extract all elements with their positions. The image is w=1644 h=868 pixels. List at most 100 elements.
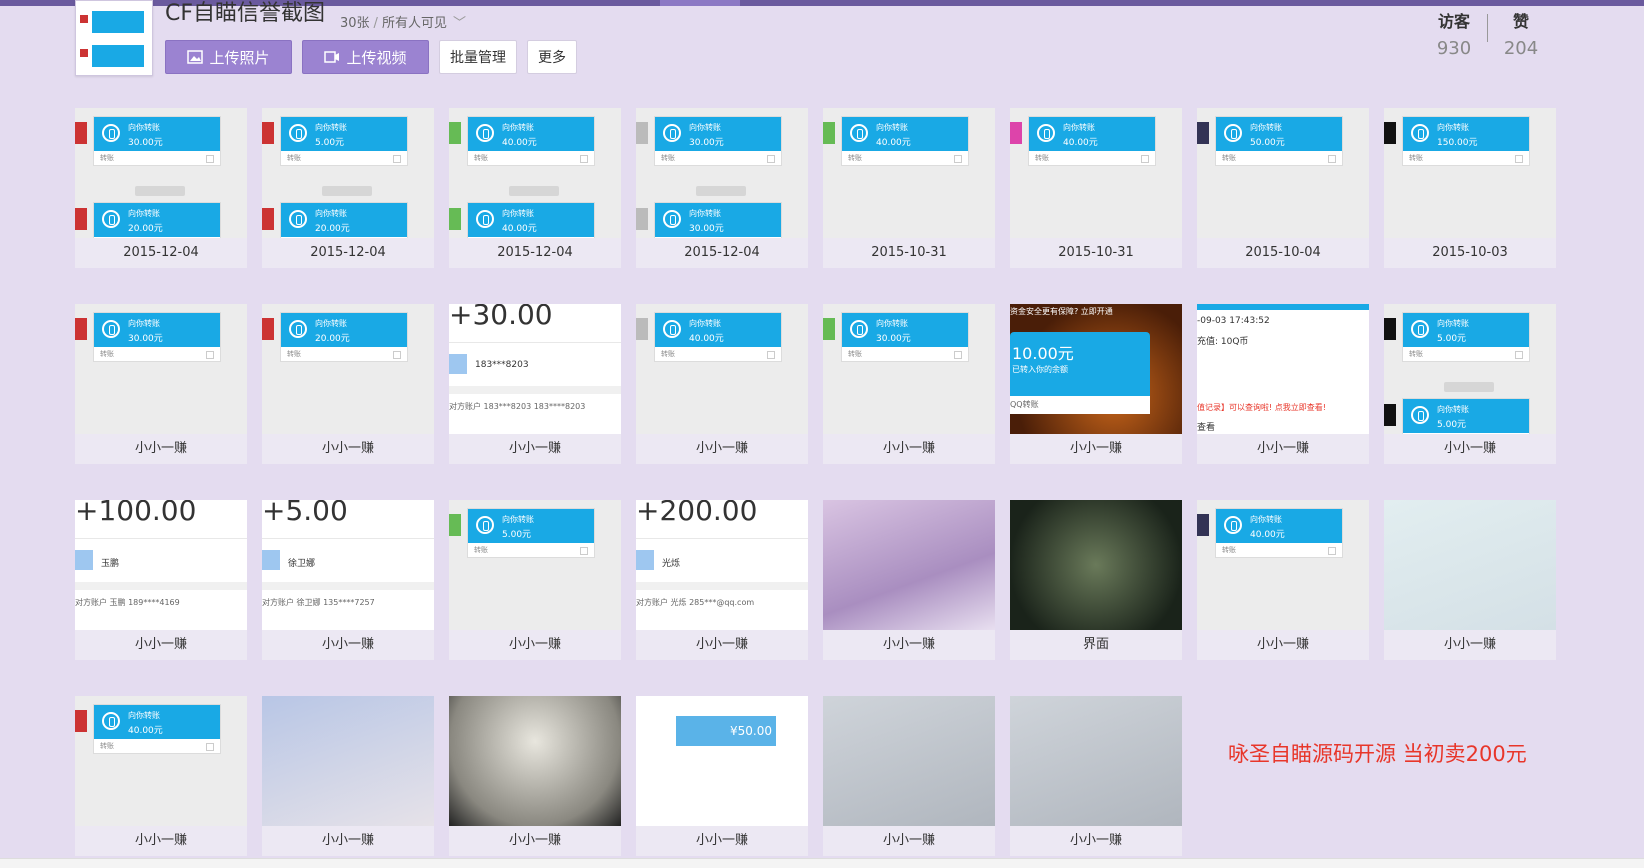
likes-stat[interactable]: 赞 204 <box>1488 8 1554 59</box>
photo-thumbnail[interactable]: +5.00 徐卫娜 对方账户 徐卫娜 135****7257 <box>262 500 434 630</box>
photo-tile[interactable]: 小小一赚 <box>823 500 995 660</box>
photo-thumbnail[interactable]: 资金安全更有保障? 立即开通 10.00元 已转入你的余额 QQ转账 <box>1010 304 1182 434</box>
transfer-card-note: 转账 <box>1403 151 1529 165</box>
album-cover-image[interactable] <box>75 0 153 76</box>
photo-tile[interactable]: +200.00 光烁 对方账户 光烁 285***@qq.com 小小一赚 <box>636 500 808 660</box>
photo-thumbnail[interactable]: 向你转账30.00元转账向你转账30.00元转账 <box>636 108 808 238</box>
photo-thumbnail[interactable]: 向你转账5.00元转账向你转账5.00元转账 <box>1384 304 1556 434</box>
photo-tile[interactable]: 小小一赚 <box>1384 500 1556 660</box>
photo-thumbnail[interactable]: 向你转账 150.00元 转账 <box>1384 108 1556 238</box>
visitors-label: 访客 <box>1437 12 1470 31</box>
coin-icon <box>1411 406 1429 424</box>
photo-tile[interactable]: +5.00 徐卫娜 对方账户 徐卫娜 135****7257 小小一赚 <box>262 500 434 660</box>
photo-tile[interactable]: 向你转账 30.00元 转账 小小一赚 <box>823 304 995 464</box>
photo-tile[interactable]: 小小一赚 <box>1010 696 1182 856</box>
upload-video-button[interactable]: 上传视频 <box>302 40 429 74</box>
album-title: CF自瞄信誉截图 <box>165 1 326 26</box>
photo-tile[interactable]: 小小一赚 <box>262 696 434 856</box>
photo-thumbnail[interactable]: 向你转账 40.00元 转账 <box>75 696 247 826</box>
transfer-card-header: 向你转账 5.00元 <box>468 509 594 543</box>
photo-thumbnail[interactable]: +100.00 玉鹏 对方账户 玉鹏 189****4169 <box>75 500 247 630</box>
photo-tile[interactable]: 向你转账 40.00元 转账 小小一赚 <box>1197 500 1369 660</box>
photo-tile[interactable]: 向你转账40.00元转账向你转账40.00元转账2015-12-04 <box>449 108 621 268</box>
transfer-card-header: 向你转账 5.00元 <box>1403 313 1529 347</box>
photo-tile[interactable]: +30.00 183***8203 对方账户 183***8203 183****8… <box>449 304 621 464</box>
photo-tile[interactable]: 向你转账 40.00元 转账 小小一赚 <box>75 696 247 856</box>
transfer-card-title: 向你转账 <box>502 123 534 132</box>
photo-thumbnail[interactable]: 向你转账 30.00元 转账 <box>823 304 995 434</box>
transfer-card-header: 向你转账 5.00元 <box>1403 399 1529 433</box>
photo-tile[interactable]: 向你转账 30.00元 转账 小小一赚 <box>75 304 247 464</box>
divider <box>449 386 621 394</box>
photo-tile[interactable]: 界面 <box>1010 500 1182 660</box>
date-pill <box>1444 382 1494 392</box>
photo-tile[interactable]: 向你转账5.00元转账向你转账5.00元转账小小一赚 <box>1384 304 1556 464</box>
photo-tile[interactable]: 向你转账 5.00元 转账 小小一赚 <box>449 500 621 660</box>
photo-tile[interactable]: 向你转账5.00元转账向你转账20.00元转账2015-12-04 <box>262 108 434 268</box>
photo-tile[interactable]: 向你转账 150.00元 转账 2015-10-03 <box>1384 108 1556 268</box>
payer-account: 对方账户 183***8203 183****8203 <box>449 402 586 411</box>
visitors-stat[interactable]: 访客 930 <box>1421 8 1487 59</box>
photo-tile[interactable]: 向你转账 40.00元 转账 2015-10-31 <box>823 108 995 268</box>
photo-tile[interactable]: ¥50.00 小小一赚 <box>636 696 808 856</box>
photo-thumbnail[interactable]: -09-03 17:43:52 充值: 10Q币 值记录】可以查询啦! 点我立即查看… <box>1197 304 1369 434</box>
photo-thumbnail[interactable]: 向你转账 40.00元 转账 <box>823 108 995 238</box>
photo-thumbnail[interactable]: 向你转账 40.00元 转账 <box>1010 108 1182 238</box>
transfer-card-note: 转账 <box>1029 151 1155 165</box>
photo-thumbnail[interactable]: +200.00 光烁 对方账户 光烁 285***@qq.com <box>636 500 808 630</box>
sender-avatar <box>636 122 648 144</box>
payment-amount: +5.00 <box>262 500 348 527</box>
visibility-selector[interactable]: 所有人可见 <box>382 16 447 31</box>
photo-tile[interactable]: +100.00 玉鹏 对方账户 玉鹏 189****4169 小小一赚 <box>75 500 247 660</box>
transfer-card-note: 转账 <box>468 543 594 557</box>
transfer-card-title: 向你转账 <box>128 711 160 720</box>
photo-caption: 小小一赚 <box>823 826 995 856</box>
transfer-card-note: 转账 <box>842 151 968 165</box>
photo-thumbnail[interactable] <box>449 696 621 826</box>
photo-thumbnail[interactable]: 向你转账 20.00元 转账 <box>262 304 434 434</box>
more-button[interactable]: 更多 <box>527 40 577 74</box>
transfer-card-header: 向你转账 30.00元 <box>94 313 220 347</box>
photo-thumbnail[interactable]: 向你转账 30.00元转账向你转账 20.00元 转账 <box>75 108 247 238</box>
photo-thumbnail[interactable]: 向你转账 40.00元 转账 <box>1197 500 1369 630</box>
photo-thumbnail[interactable]: ¥50.00 <box>636 696 808 826</box>
photo-thumbnail[interactable]: +30.00 183***8203 对方账户 183***8203 183****8… <box>449 304 621 434</box>
transfer-card-title: 向你转账 <box>315 319 347 328</box>
photo-thumbnail[interactable] <box>823 500 995 630</box>
photo-tile[interactable]: 向你转账 20.00元 转账 小小一赚 <box>262 304 434 464</box>
photo-tile[interactable]: 向你转账30.00元转账向你转账20.00元转账2015-12-04 <box>75 108 247 268</box>
upload-photo-button[interactable]: 上传照片 <box>165 40 292 74</box>
coin-icon <box>102 210 120 228</box>
person-avatar <box>449 354 467 374</box>
transfer-card-title: 向你转账 <box>315 123 347 132</box>
photo-thumbnail[interactable]: 向你转账 5.00元转账向你转账 20.00元 转账 <box>262 108 434 238</box>
photo-tile[interactable]: 资金安全更有保障? 立即开通 10.00元 已转入你的余额 QQ转账 小小一赚 <box>1010 304 1182 464</box>
photo-tile[interactable]: 向你转账30.00元转账向你转账30.00元转账2015-12-04 <box>636 108 808 268</box>
photo-thumbnail[interactable] <box>823 696 995 826</box>
photo-tile[interactable]: 向你转账 50.00元 转账 2015-10-04 <box>1197 108 1369 268</box>
photo-tile[interactable]: -09-03 17:43:52 充值: 10Q币 值记录】可以查询啦! 点我立即查看… <box>1197 304 1369 464</box>
photo-thumbnail[interactable]: 向你转账 5.00元 转账 <box>449 500 621 630</box>
photo-tile[interactable]: 小小一赚 <box>449 696 621 856</box>
chevron-down-icon[interactable]: ﹀ <box>453 12 466 31</box>
transfer-card-title: 向你转账 <box>689 209 721 218</box>
photo-thumbnail[interactable]: 向你转账 40.00元 转账 <box>636 304 808 434</box>
photo-thumbnail[interactable] <box>262 696 434 826</box>
batch-manage-button[interactable]: 批量管理 <box>439 40 517 74</box>
transfer-card-amount: 5.00元 <box>1437 420 1467 430</box>
photo-thumbnail[interactable] <box>1384 500 1556 630</box>
photo-tile[interactable]: 向你转账 40.00元 转账 2015-10-31 <box>1010 108 1182 268</box>
transfer-card-header: 向你转账 5.00元 <box>281 117 407 151</box>
photo-thumbnail[interactable]: 向你转账 30.00元 转账 <box>75 304 247 434</box>
photo-thumbnail[interactable]: 向你转账40.00元转账向你转账40.00元转账 <box>449 108 621 238</box>
photo-tile[interactable]: 小小一赚 <box>823 696 995 856</box>
photo-thumbnail[interactable] <box>1010 696 1182 826</box>
photo-caption: 小小一赚 <box>75 434 247 464</box>
photo-thumbnail[interactable]: 向你转账 50.00元 转账 <box>1197 108 1369 238</box>
transfer-card-header: 向你转账 40.00元 <box>94 705 220 739</box>
game-screenshot <box>1384 500 1556 630</box>
transfer-card-header: 向你转账 40.00元 <box>1216 509 1342 543</box>
photo-thumbnail[interactable] <box>1010 500 1182 630</box>
photo-tile[interactable]: 向你转账 40.00元 转账 小小一赚 <box>636 304 808 464</box>
photo-caption: 2015-10-31 <box>823 238 995 268</box>
